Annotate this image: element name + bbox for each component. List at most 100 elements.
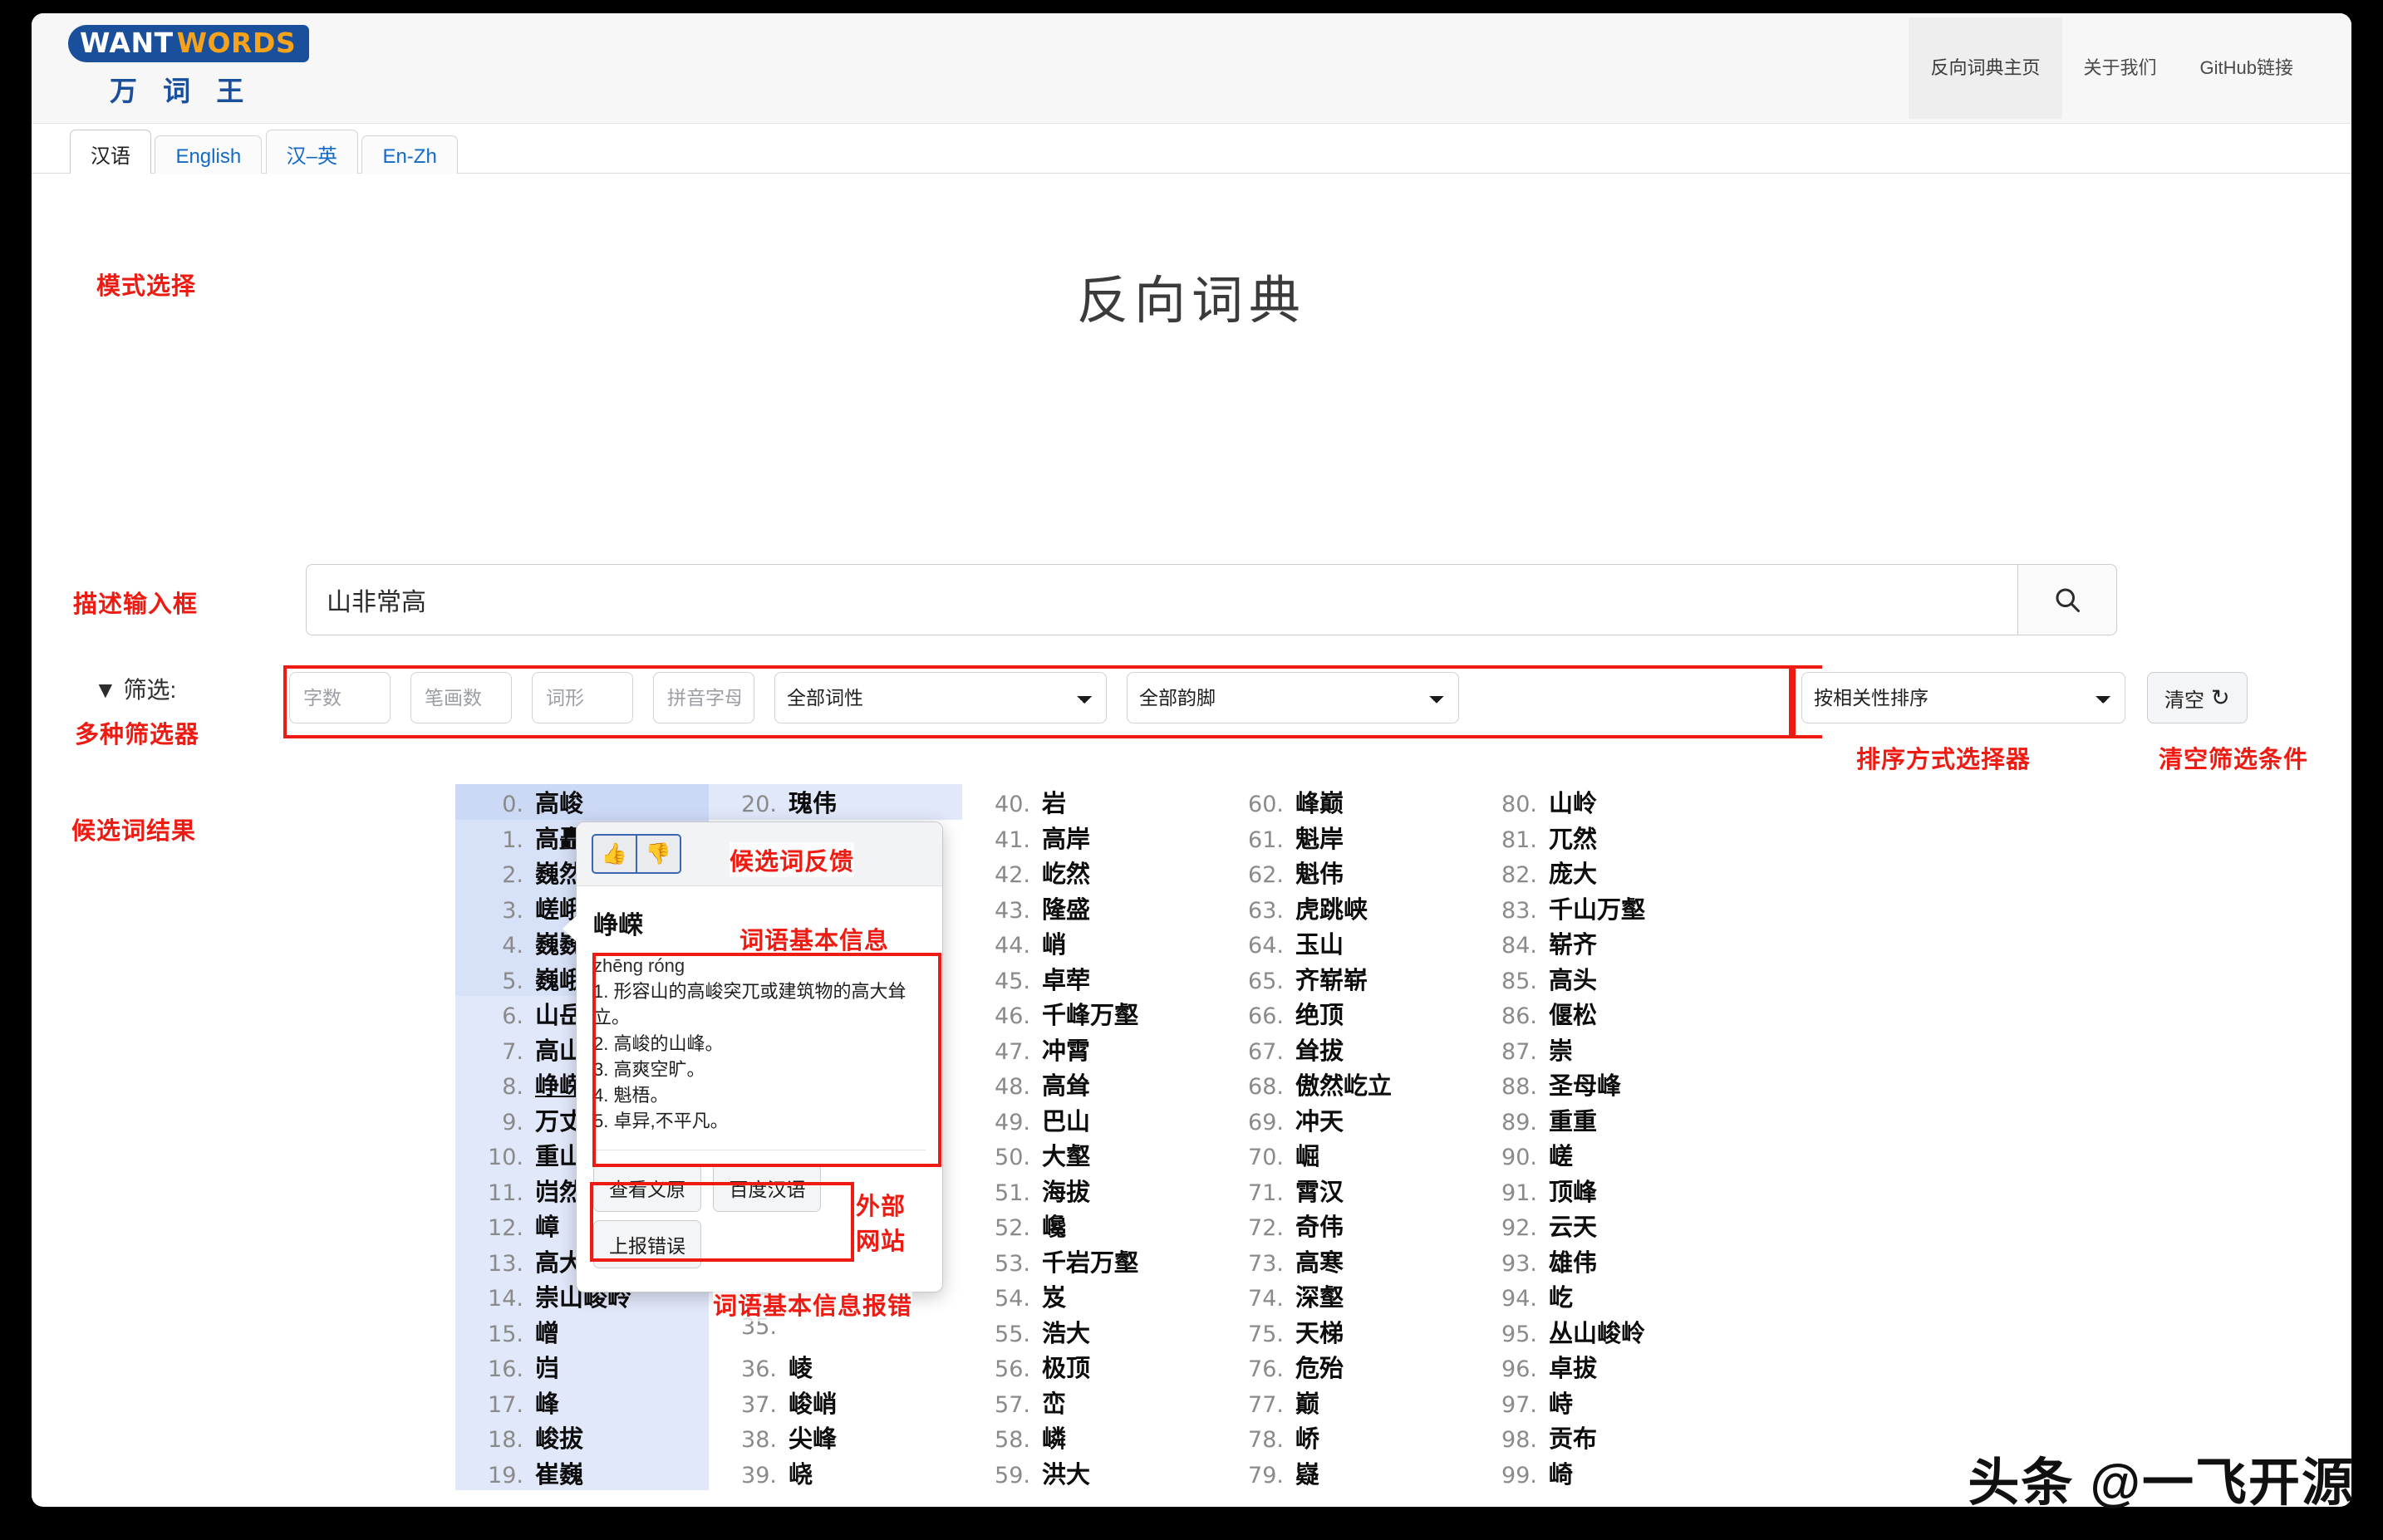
result-item[interactable]: 60. 峰巅 bbox=[1216, 784, 1469, 820]
sort-select[interactable]: 按相关性排序 bbox=[1801, 672, 2125, 723]
nav-item-about[interactable]: 关于我们 bbox=[2062, 17, 2179, 119]
search-input[interactable] bbox=[306, 564, 2017, 635]
result-item[interactable]: 57. 峦 bbox=[962, 1385, 1216, 1420]
result-item[interactable]: 94. 屹 bbox=[1469, 1278, 1722, 1314]
site-logo[interactable]: WANT WORDS 万 词 王 bbox=[68, 25, 310, 109]
result-item[interactable]: 95. 丛山峻岭 bbox=[1469, 1314, 1722, 1350]
result-item[interactable]: 56. 极顶 bbox=[962, 1349, 1216, 1385]
result-item[interactable]: 50. 大壑 bbox=[962, 1137, 1216, 1173]
result-item[interactable]: 73. 高寒 bbox=[1216, 1243, 1469, 1279]
result-item[interactable]: 84. 崭齐 bbox=[1469, 925, 1722, 961]
result-item[interactable]: 88. 圣母峰 bbox=[1469, 1067, 1722, 1102]
result-item[interactable]: 66. 绝顶 bbox=[1216, 996, 1469, 1032]
search-button[interactable] bbox=[2017, 564, 2117, 635]
result-item[interactable]: 54. 岌 bbox=[962, 1278, 1216, 1314]
result-item[interactable]: 51. 海拔 bbox=[962, 1173, 1216, 1209]
result-item[interactable]: 75. 天梯 bbox=[1216, 1314, 1469, 1350]
result-item[interactable]: 85. 高头 bbox=[1469, 961, 1722, 997]
result-item[interactable]: 67. 耸拔 bbox=[1216, 1032, 1469, 1067]
tab-chinese[interactable]: 汉语 bbox=[70, 130, 151, 179]
result-item[interactable]: 47. 冲霄 bbox=[962, 1032, 1216, 1067]
result-item[interactable]: 61. 魁岸 bbox=[1216, 820, 1469, 856]
result-item[interactable]: 77. 巅 bbox=[1216, 1385, 1469, 1420]
result-item[interactable]: 70. 崛 bbox=[1216, 1137, 1469, 1173]
result-item[interactable]: 74. 深壑 bbox=[1216, 1278, 1469, 1314]
result-item[interactable]: 92. 云天 bbox=[1469, 1208, 1722, 1243]
result-item[interactable]: 83. 千山万壑 bbox=[1469, 890, 1722, 926]
result-item[interactable]: 49. 巴山 bbox=[962, 1102, 1216, 1138]
result-item[interactable]: 41. 高岸 bbox=[962, 820, 1216, 856]
filter-pinyin-letter-input[interactable] bbox=[653, 672, 754, 723]
result-item[interactable]: 53. 千岩万壑 bbox=[962, 1243, 1216, 1279]
result-word: 千山万壑 bbox=[1549, 896, 1646, 924]
result-item[interactable]: 78. 峤 bbox=[1216, 1420, 1469, 1455]
result-item[interactable]: 20. 瑰伟 bbox=[709, 784, 962, 820]
result-item[interactable]: 91. 顶峰 bbox=[1469, 1173, 1722, 1209]
result-item[interactable]: 69. 冲天 bbox=[1216, 1102, 1469, 1138]
result-item[interactable]: 59. 洪大 bbox=[962, 1455, 1216, 1491]
result-item[interactable]: 37. 峻峭 bbox=[709, 1385, 962, 1420]
result-item[interactable]: 45. 卓荦 bbox=[962, 961, 1216, 997]
result-item[interactable]: 76. 危殆 bbox=[1216, 1349, 1469, 1385]
result-item[interactable]: 40. 岩 bbox=[962, 784, 1216, 820]
tab-en-zh[interactable]: En-Zh bbox=[361, 135, 458, 179]
result-index: 90. bbox=[1501, 1145, 1537, 1170]
result-item[interactable]: 16. 岿 bbox=[455, 1349, 709, 1385]
thumbs-up-icon[interactable]: 👍 bbox=[592, 834, 636, 874]
result-item[interactable]: 96. 卓拔 bbox=[1469, 1349, 1722, 1385]
result-index: 83. bbox=[1501, 897, 1537, 924]
result-item[interactable]: 65. 齐崭崭 bbox=[1216, 961, 1469, 997]
result-item[interactable]: 43. 隆盛 bbox=[962, 890, 1216, 926]
result-item[interactable]: 64. 玉山 bbox=[1216, 925, 1469, 961]
result-item[interactable]: 38. 尖峰 bbox=[709, 1420, 962, 1455]
result-item[interactable]: 39. 峣 bbox=[709, 1455, 962, 1491]
result-item[interactable]: 80. 山岭 bbox=[1469, 784, 1722, 820]
result-item[interactable]: 99. 崎 bbox=[1469, 1455, 1722, 1491]
filter-pos-select[interactable]: 全部词性 bbox=[774, 672, 1107, 723]
result-item[interactable]: 62. 魁伟 bbox=[1216, 855, 1469, 890]
report-error-button[interactable]: 上报错误 bbox=[593, 1219, 701, 1268]
view-sememe-button[interactable]: 查看义原 bbox=[593, 1163, 701, 1212]
result-item[interactable]: 89. 重重 bbox=[1469, 1102, 1722, 1138]
tab-english[interactable]: English bbox=[155, 135, 263, 179]
filter-word-shape-input[interactable] bbox=[532, 672, 633, 723]
result-item[interactable]: 46. 千峰万壑 bbox=[962, 996, 1216, 1032]
result-item[interactable]: 86. 偃松 bbox=[1469, 996, 1722, 1032]
result-item[interactable]: 15. 嶒 bbox=[455, 1313, 709, 1349]
result-item[interactable]: 19. 崔巍 bbox=[455, 1454, 709, 1490]
result-item[interactable]: 58. 嶙 bbox=[962, 1420, 1216, 1455]
result-item[interactable]: 90. 嵯 bbox=[1469, 1137, 1722, 1173]
clear-filters-button[interactable]: 清空 ↻ bbox=[2147, 672, 2248, 723]
filter-stroke-count-input[interactable] bbox=[410, 672, 512, 723]
result-item[interactable]: 17. 峰 bbox=[455, 1384, 709, 1420]
result-item[interactable]: 79. 嶷 bbox=[1216, 1455, 1469, 1491]
result-item[interactable]: 63. 虎跳峡 bbox=[1216, 890, 1469, 926]
result-index: 72. bbox=[1248, 1215, 1284, 1241]
result-item[interactable]: 48. 高耸 bbox=[962, 1067, 1216, 1102]
popup-definition-block: zhēng róng 1. 形容山的高峻突兀或建筑物的高大耸立。 2. 高峻的山… bbox=[577, 951, 942, 1146]
result-item[interactable]: 52. 巉 bbox=[962, 1208, 1216, 1243]
result-item[interactable]: 0. 高峻 bbox=[455, 784, 709, 820]
result-item[interactable]: 97. 峙 bbox=[1469, 1385, 1722, 1420]
result-item[interactable]: 82. 庞大 bbox=[1469, 855, 1722, 890]
result-item[interactable]: 55. 浩大 bbox=[962, 1314, 1216, 1350]
result-item[interactable]: 18. 峻拔 bbox=[455, 1420, 709, 1455]
tab-zh-en[interactable]: 汉–英 bbox=[265, 130, 358, 179]
result-item[interactable]: 72. 奇伟 bbox=[1216, 1208, 1469, 1243]
result-item[interactable]: 87. 崇 bbox=[1469, 1032, 1722, 1067]
result-item[interactable]: 98. 贡布 bbox=[1469, 1420, 1722, 1455]
filter-char-count-input[interactable] bbox=[289, 672, 391, 723]
filter-rhyme-select[interactable]: 全部韵脚 bbox=[1127, 672, 1459, 723]
result-item[interactable]: 42. 屹然 bbox=[962, 855, 1216, 890]
result-item[interactable]: 93. 雄伟 bbox=[1469, 1243, 1722, 1279]
result-item[interactable]: 44. 峭 bbox=[962, 925, 1216, 961]
nav-item-github[interactable]: GitHub链接 bbox=[2179, 17, 2315, 119]
result-item[interactable]: 36. 崚 bbox=[709, 1349, 962, 1385]
result-index: 0. bbox=[502, 792, 523, 817]
baidu-hanyu-button[interactable]: 百度汉语 bbox=[713, 1163, 822, 1212]
nav-item-home[interactable]: 反向词典主页 bbox=[1909, 17, 2062, 119]
thumbs-down-icon[interactable]: 👎 bbox=[636, 834, 681, 874]
result-item[interactable]: 68. 傲然屹立 bbox=[1216, 1067, 1469, 1102]
result-item[interactable]: 81. 兀然 bbox=[1469, 820, 1722, 856]
result-item[interactable]: 71. 霄汉 bbox=[1216, 1173, 1469, 1209]
